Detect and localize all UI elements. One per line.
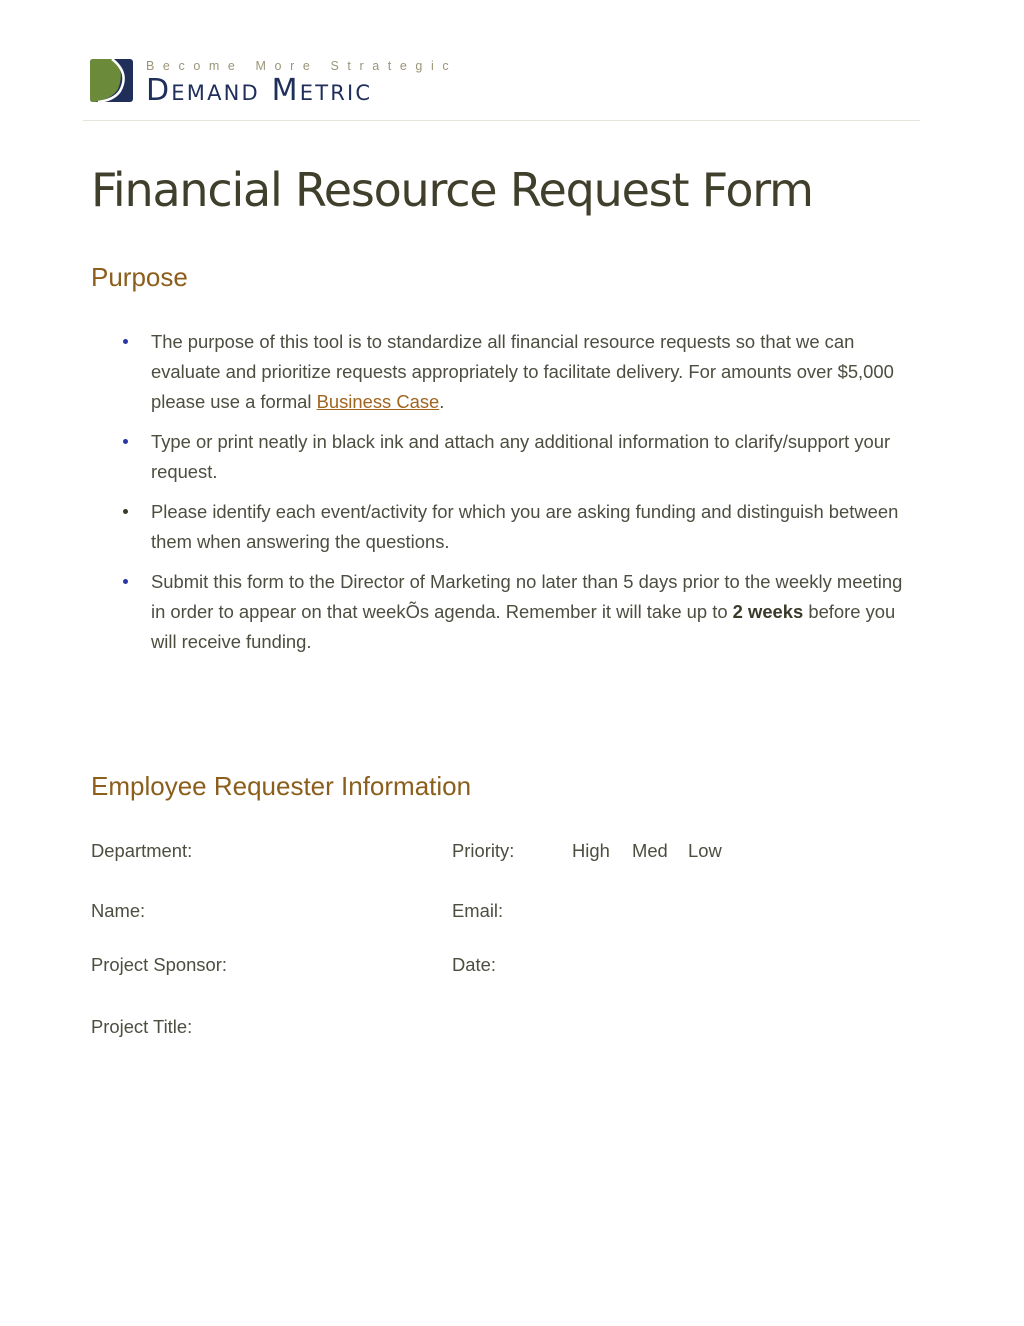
project-sponsor-label: Project Sponsor: [91,954,227,975]
priority-option-high[interactable]: High [572,840,610,862]
purpose-list: The purpose of this tool is to standardi… [120,327,920,667]
bullet-icon [123,439,128,444]
requester-heading: Employee Requester Information [91,771,472,801]
date-label: Date: [452,954,496,975]
list-item-text: The purpose of this tool is to standardi… [151,331,894,412]
emphasis-text: 2 weeks [732,601,804,622]
brand-name: Demand Metric [146,73,373,108]
bullet-icon [123,339,128,344]
department-label: Department: [91,840,193,861]
business-case-link[interactable]: Business Case [317,391,440,412]
header-divider [83,120,920,121]
priority-label: Priority: [452,840,515,861]
list-item-text: . [439,391,445,412]
list-item-text: Please identify each event/activity for … [151,501,899,552]
page-title: Financial Resource Request Form [91,163,814,217]
list-item: Submit this form to the Director of Mark… [120,567,920,657]
list-item: Type or print neatly in black ink and at… [120,427,920,487]
bullet-icon [123,509,128,514]
project-title-label: Project Title: [91,1016,193,1037]
list-item: The purpose of this tool is to standardi… [120,327,920,417]
priority-option-med[interactable]: Med [632,840,668,862]
brand-tagline: Become More Strategic [146,59,458,73]
demand-metric-logo-icon [90,59,133,102]
priority-option-low[interactable]: Low [688,840,722,862]
brand-logo: Become More Strategic Demand Metric [90,59,490,108]
purpose-heading: Purpose [91,262,188,292]
bullet-icon [123,579,128,584]
email-label: Email: [452,900,504,921]
list-item-text: Type or print neatly in black ink and at… [151,431,891,482]
name-label: Name: [91,900,146,921]
list-item: Please identify each event/activity for … [120,497,920,557]
